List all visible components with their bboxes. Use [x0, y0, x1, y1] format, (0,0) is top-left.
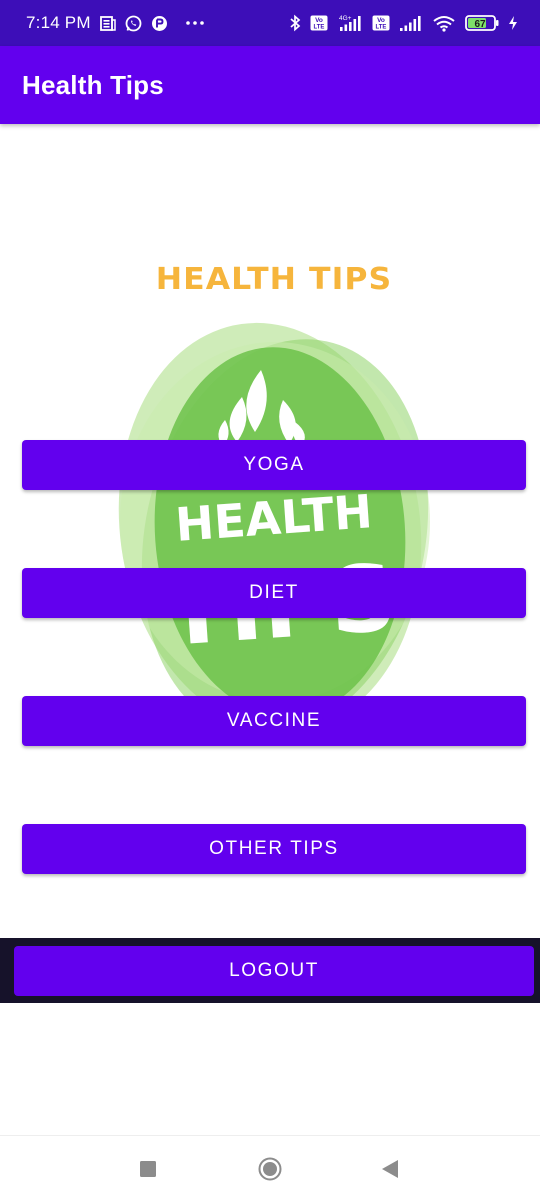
logout-button[interactable]: LOGOUT	[14, 946, 534, 996]
svg-text:Vo: Vo	[315, 17, 323, 24]
svg-text:Vo: Vo	[377, 17, 385, 24]
signal-icon: 4G+	[337, 14, 363, 32]
vaccine-button[interactable]: VACCINE	[22, 696, 526, 746]
page-title: Health Tips	[22, 69, 164, 100]
app-icon	[151, 15, 168, 32]
whatsapp-icon	[125, 15, 142, 32]
volte-icon: Vo LTE	[310, 15, 328, 31]
home-circle-icon[interactable]	[250, 1157, 290, 1181]
status-left: 7:14 PM	[26, 13, 205, 33]
system-nav-bar	[0, 1135, 540, 1200]
svg-text:67: 67	[474, 19, 486, 30]
charging-icon	[508, 15, 518, 31]
status-right: Vo LTE 4G+ Vo LTE 67	[289, 14, 518, 32]
signal-icon-2	[399, 14, 423, 32]
logout-bar: LOGOUT	[0, 938, 540, 1003]
yoga-button[interactable]: YOGA	[22, 440, 526, 490]
wifi-icon	[432, 14, 456, 32]
more-dots-icon	[185, 20, 205, 26]
news-icon	[99, 15, 116, 31]
svg-text:4G+: 4G+	[339, 15, 352, 22]
bluetooth-icon	[289, 14, 301, 32]
other-tips-button[interactable]: OTHER TIPS	[22, 824, 526, 874]
status-time: 7:14 PM	[26, 13, 91, 32]
recents-square-icon[interactable]	[128, 1158, 168, 1180]
svg-text:LTE: LTE	[314, 25, 325, 31]
svg-text:LTE: LTE	[376, 25, 387, 31]
battery-icon: 67	[465, 14, 499, 32]
app-bar: Health Tips	[0, 46, 540, 124]
diet-button[interactable]: DIET	[22, 568, 526, 618]
volte-icon-2: Vo LTE	[372, 15, 390, 31]
back-triangle-icon[interactable]	[370, 1158, 410, 1180]
status-bar: 7:14 PM Vo LTE 4G+ Vo LTE 67	[0, 0, 540, 46]
